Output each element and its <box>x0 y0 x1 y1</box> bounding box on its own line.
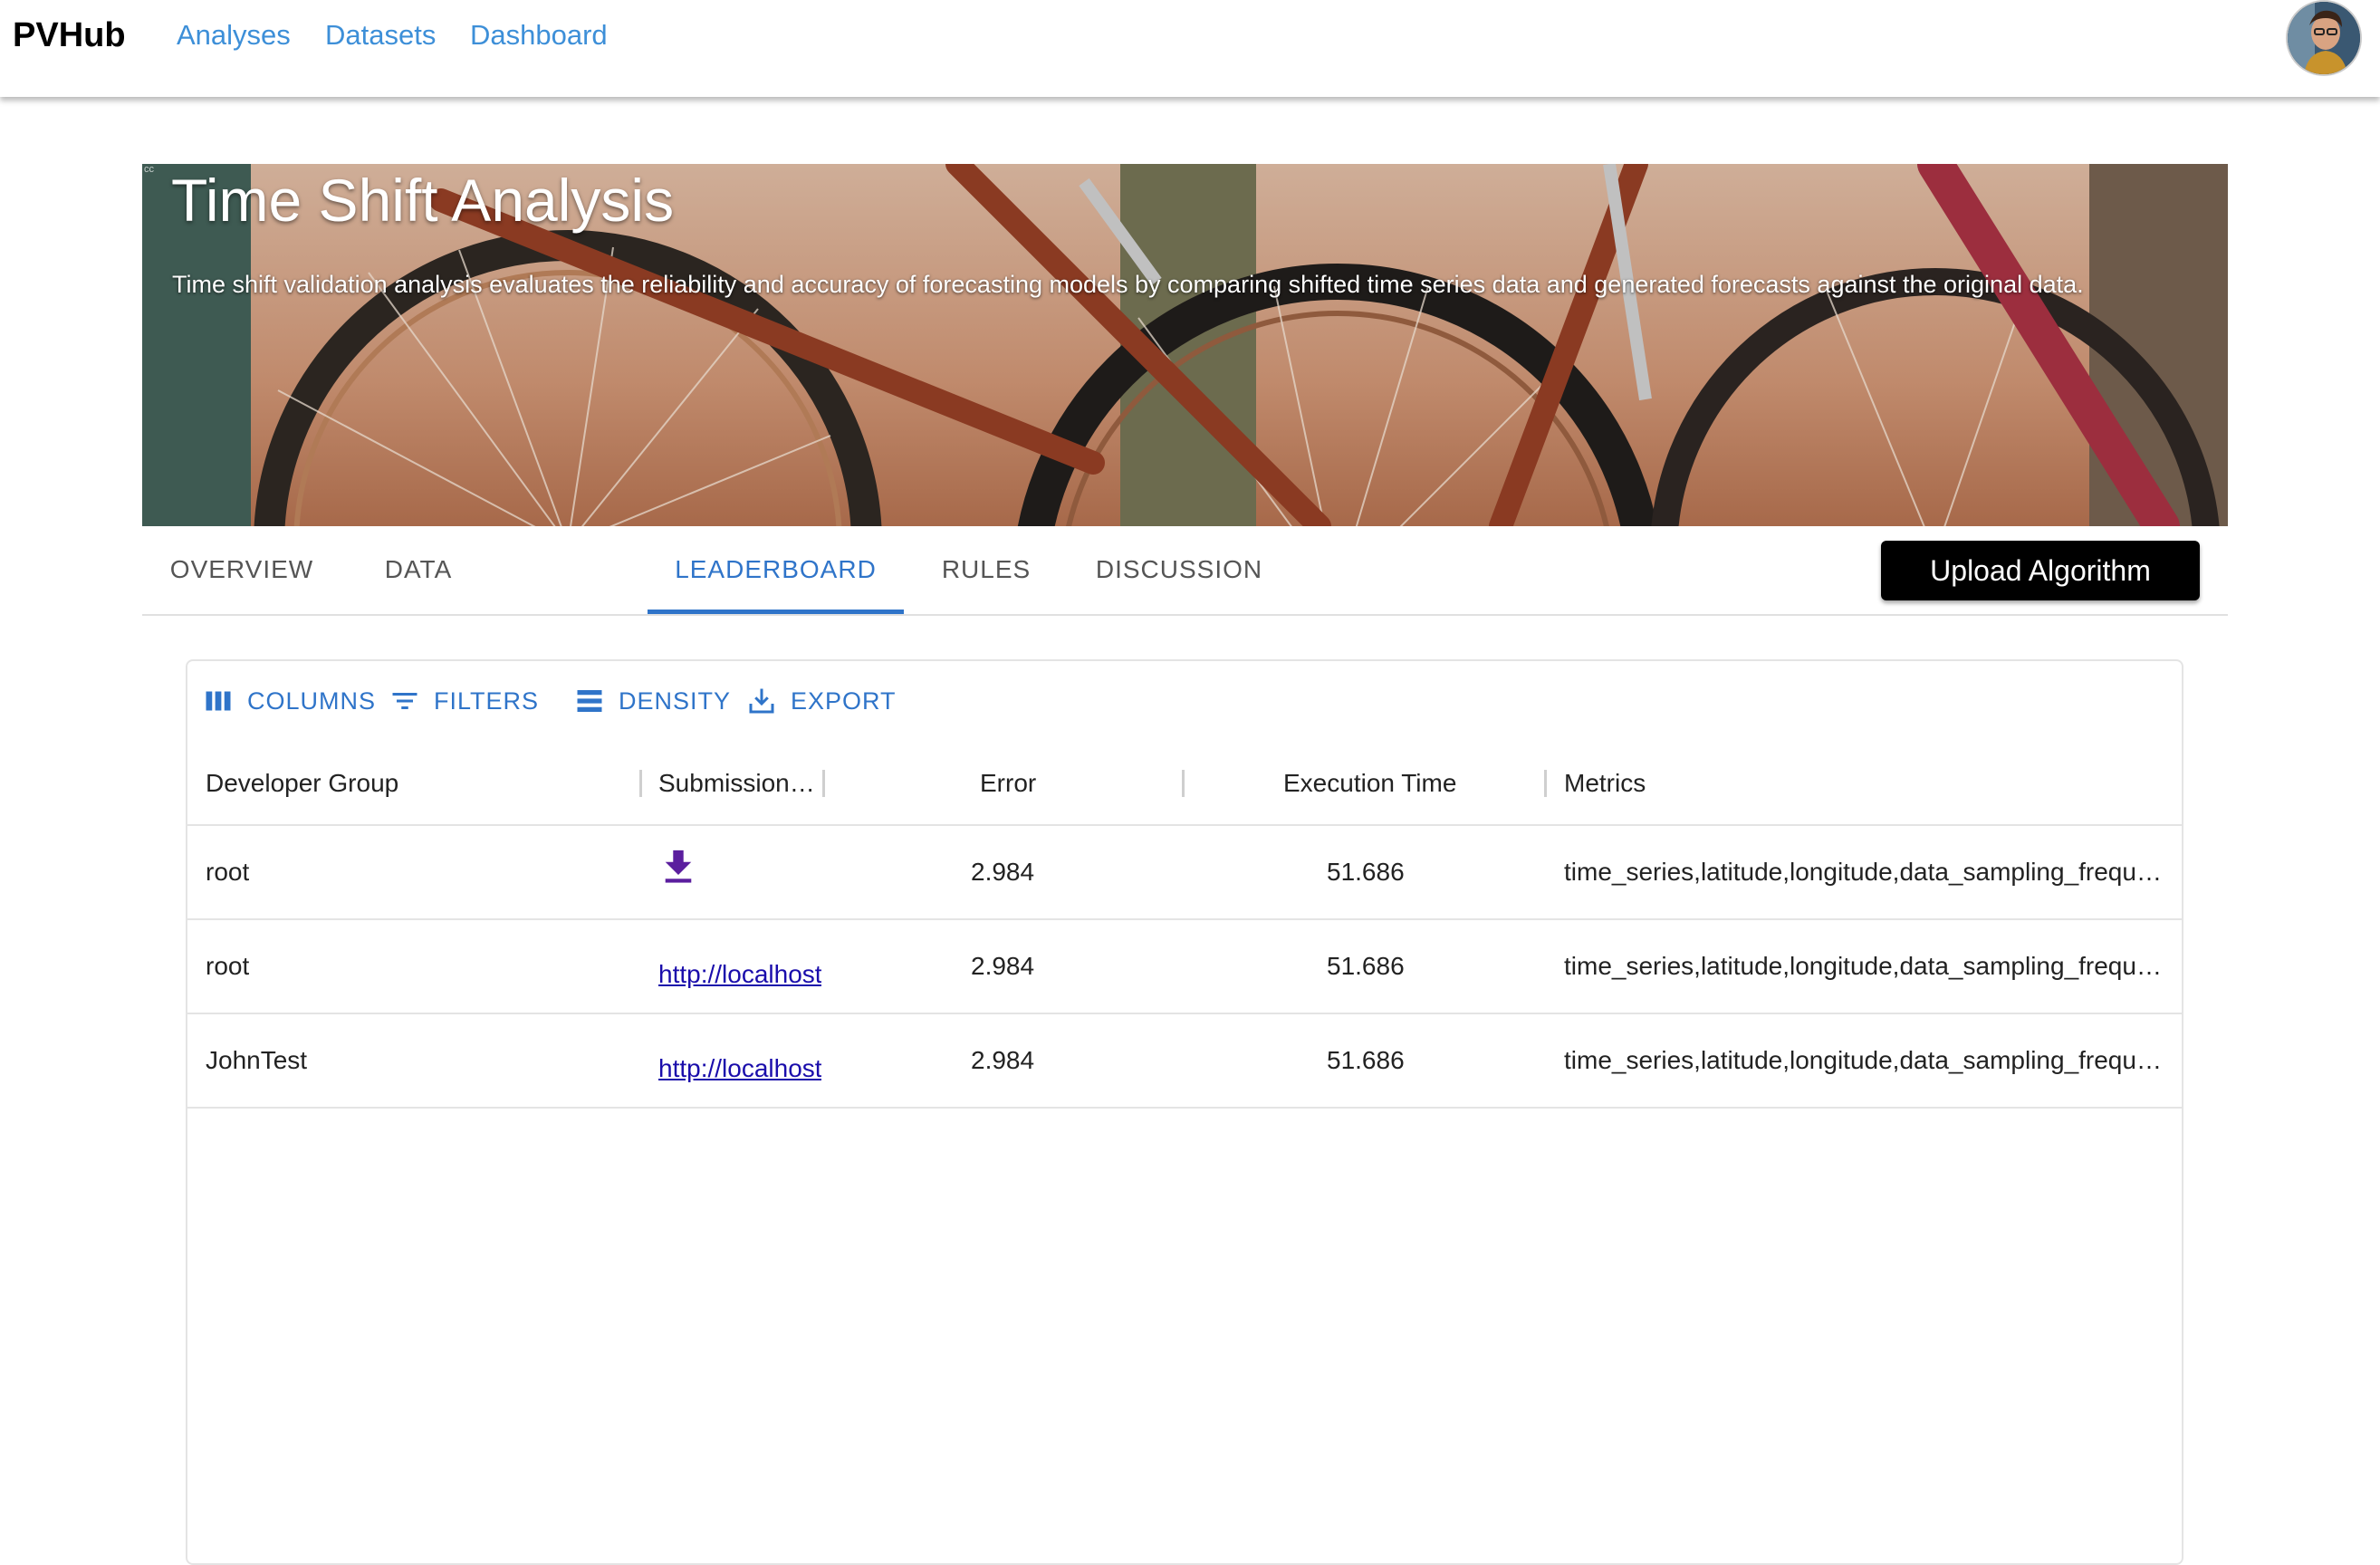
cell-developer-group: root <box>206 952 250 980</box>
column-separator[interactable] <box>1182 770 1185 797</box>
cell-developer-group: root <box>206 858 250 886</box>
tab-overview[interactable]: OVERVIEW <box>142 525 341 614</box>
tab-rules[interactable]: RULES <box>923 525 1050 614</box>
submission-link[interactable]: http://localhost <box>658 960 821 989</box>
columns-button[interactable]: COLUMNS <box>202 683 376 719</box>
cc-mark: cc <box>144 164 154 175</box>
nav-datasets[interactable]: Datasets <box>325 19 436 52</box>
table-row[interactable]: JohnTest http://localhost 2.984 51.686 t… <box>187 1014 2182 1109</box>
column-header-submission[interactable]: Submission… <box>658 743 821 824</box>
export-button[interactable]: EXPORT <box>745 683 897 719</box>
hero-banner: cc Time Shift Analysis Time shift valida… <box>142 164 2228 526</box>
density-icon <box>573 685 606 717</box>
page-title: Time Shift Analysis <box>171 167 675 234</box>
cell-metrics: time_series,latitude,longitude,data_samp… <box>1564 858 2162 886</box>
density-button[interactable]: DENSITY <box>573 683 731 719</box>
avatar[interactable] <box>2286 0 2362 76</box>
export-label: EXPORT <box>791 686 897 715</box>
submission-link[interactable]: http://localhost <box>658 1054 821 1083</box>
download-icon[interactable] <box>662 848 695 884</box>
filters-label: FILTERS <box>434 686 540 715</box>
nav-dashboard[interactable]: Dashboard <box>470 19 608 52</box>
filter-icon <box>389 685 421 717</box>
app-bar: PVHub Analyses Datasets Dashboard <box>0 0 2380 97</box>
brand-logo[interactable]: PVHub <box>13 16 126 55</box>
column-header-error[interactable]: Error <box>980 743 1089 824</box>
density-label: DENSITY <box>619 686 732 715</box>
user-avatar-icon <box>2288 2 2360 74</box>
grid-header-row: Developer Group Submission… Error Execut… <box>187 743 2182 826</box>
page-description: Time shift validation analysis evaluates… <box>172 271 2084 298</box>
cell-metrics: time_series,latitude,longitude,data_samp… <box>1564 1046 2162 1074</box>
nav-analyses[interactable]: Analyses <box>177 19 291 52</box>
cell-execution-time: 51.686 <box>1327 1046 1405 1074</box>
cell-error: 2.984 <box>971 952 1035 980</box>
cell-execution-time: 51.686 <box>1327 952 1405 980</box>
tab-data[interactable]: DATA <box>360 525 477 614</box>
columns-label: COLUMNS <box>247 686 377 715</box>
cell-error: 2.984 <box>971 858 1035 886</box>
active-tab-indicator <box>648 610 904 614</box>
cell-error: 2.984 <box>971 1046 1035 1074</box>
column-separator[interactable] <box>822 770 825 797</box>
leaderboard-grid: COLUMNS FILTERS DENSITY EXPORT Developer… <box>186 659 2183 1565</box>
column-header-metrics[interactable]: Metrics <box>1564 743 1836 824</box>
column-header-execution-time[interactable]: Execution Time <box>1283 743 1501 824</box>
export-icon <box>745 685 778 717</box>
filters-button[interactable]: FILTERS <box>389 683 539 719</box>
tab-leaderboard[interactable]: LEADERBOARD <box>648 525 904 614</box>
cell-developer-group: JohnTest <box>206 1046 308 1074</box>
tab-discussion[interactable]: DISCUSSION <box>1075 525 1283 614</box>
upload-algorithm-button[interactable]: Upload Algorithm <box>1881 541 2200 600</box>
columns-icon <box>202 685 235 717</box>
column-header-developer-group[interactable]: Developer Group <box>206 743 622 824</box>
table-row[interactable]: root 2.984 51.686 time_series,latitude,l… <box>187 826 2182 920</box>
cell-execution-time: 51.686 <box>1327 858 1405 886</box>
cell-metrics: time_series,latitude,longitude,data_samp… <box>1564 952 2162 980</box>
table-row[interactable]: root http://localhost 2.984 51.686 time_… <box>187 920 2182 1014</box>
column-separator[interactable] <box>639 770 642 797</box>
column-separator[interactable] <box>1544 770 1547 797</box>
